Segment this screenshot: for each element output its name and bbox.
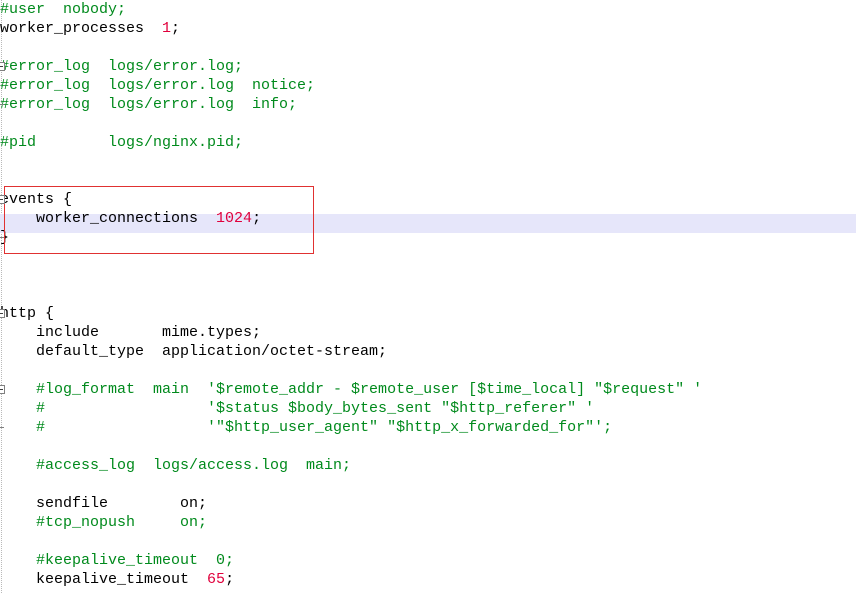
code-line[interactable]: sendfile on; — [0, 494, 856, 513]
code-line[interactable] — [0, 437, 856, 456]
code-line[interactable] — [0, 171, 856, 190]
code-token-txt: worker_connections — [0, 210, 217, 227]
code-token-txt: ; — [225, 571, 235, 588]
code-line[interactable]: #error_log logs/error.log notice; — [0, 76, 856, 95]
code-token-txt: keepalive_timeout — [0, 571, 208, 588]
fold-tail-log-format[interactable] — [0, 427, 4, 428]
code-token-cmt: #error_log logs/error.log info; — [0, 96, 298, 113]
code-line[interactable]: #error_log logs/error.log info; — [0, 95, 856, 114]
code-text-layer[interactable]: #user nobody; worker_processes 1; #error_… — [0, 0, 856, 594]
code-token-cmt: #pid logs/nginx.pid; — [0, 134, 244, 151]
code-token-txt: default_type application/octet-stream; — [0, 343, 388, 360]
code-token-cmt: #error_log logs/error.log; — [0, 58, 244, 75]
code-line[interactable]: http { — [0, 304, 856, 323]
code-token-txt: events { — [0, 191, 73, 208]
code-line[interactable]: # '$status $body_bytes_sent "$http_refer… — [0, 399, 856, 418]
code-line[interactable] — [0, 114, 856, 133]
code-line[interactable] — [0, 532, 856, 551]
code-line[interactable] — [0, 38, 856, 57]
fold-tail-error-log[interactable] — [0, 104, 4, 105]
code-line[interactable] — [0, 266, 856, 285]
code-line[interactable]: #pid logs/nginx.pid; — [0, 133, 856, 152]
fold-marker-error-log[interactable] — [0, 62, 5, 71]
code-line[interactable]: worker_connections 1024; — [0, 209, 856, 228]
fold-tail-events[interactable] — [0, 237, 4, 238]
code-line[interactable] — [0, 361, 856, 380]
code-line[interactable]: # '"$http_user_agent" "$http_x_forwarded… — [0, 418, 856, 437]
code-line[interactable]: worker_processes 1; — [0, 19, 856, 38]
code-line[interactable] — [0, 589, 856, 594]
code-line[interactable]: #access_log logs/access.log main; — [0, 456, 856, 475]
code-editor-viewport[interactable]: #user nobody; worker_processes 1; #error_… — [0, 0, 856, 594]
code-token-cmt: #log_format main '$remote_addr - $remote… — [0, 381, 703, 398]
fold-marker-events[interactable] — [0, 195, 5, 204]
code-token-num: 1 — [162, 20, 172, 37]
code-line[interactable]: events { — [0, 190, 856, 209]
code-token-txt: include mime.types; — [0, 324, 262, 341]
code-line[interactable]: #user nobody; — [0, 0, 856, 19]
code-token-txt: http { — [0, 305, 55, 322]
code-token-num: 1024 — [216, 210, 253, 227]
code-token-cmt: #keepalive_timeout 0; — [0, 552, 235, 569]
code-line[interactable]: #log_format main '$remote_addr - $remote… — [0, 380, 856, 399]
code-token-cmt: #access_log logs/access.log main; — [0, 457, 352, 474]
code-token-txt: sendfile on; — [0, 495, 208, 512]
code-line[interactable] — [0, 285, 856, 304]
code-line[interactable]: #tcp_nopush on; — [0, 513, 856, 532]
code-token-cmt: # '$status $body_bytes_sent "$http_refer… — [0, 400, 595, 417]
code-token-txt: ; — [171, 20, 181, 37]
fold-marker-http[interactable] — [0, 309, 5, 318]
code-token-txt: ; — [252, 210, 262, 227]
code-line[interactable]: #error_log logs/error.log; — [0, 57, 856, 76]
code-token-num: 65 — [207, 571, 226, 588]
code-token-cmt: # '"$http_user_agent" "$http_x_forwarded… — [0, 419, 613, 436]
code-line[interactable]: keepalive_timeout 65; — [0, 570, 856, 589]
code-token-cmt: #tcp_nopush on; — [0, 514, 208, 531]
code-line[interactable]: default_type application/octet-stream; — [0, 342, 856, 361]
code-token-txt: worker_processes — [0, 20, 163, 37]
code-line[interactable]: #keepalive_timeout 0; — [0, 551, 856, 570]
code-token-cmt: #user nobody; — [0, 1, 127, 18]
code-line[interactable]: } — [0, 228, 856, 247]
code-line[interactable] — [0, 475, 856, 494]
fold-marker-log-format[interactable] — [0, 385, 5, 394]
code-token-cmt: #error_log logs/error.log notice; — [0, 77, 316, 94]
code-line[interactable] — [0, 152, 856, 171]
code-line[interactable]: include mime.types; — [0, 323, 856, 342]
code-line[interactable] — [0, 247, 856, 266]
